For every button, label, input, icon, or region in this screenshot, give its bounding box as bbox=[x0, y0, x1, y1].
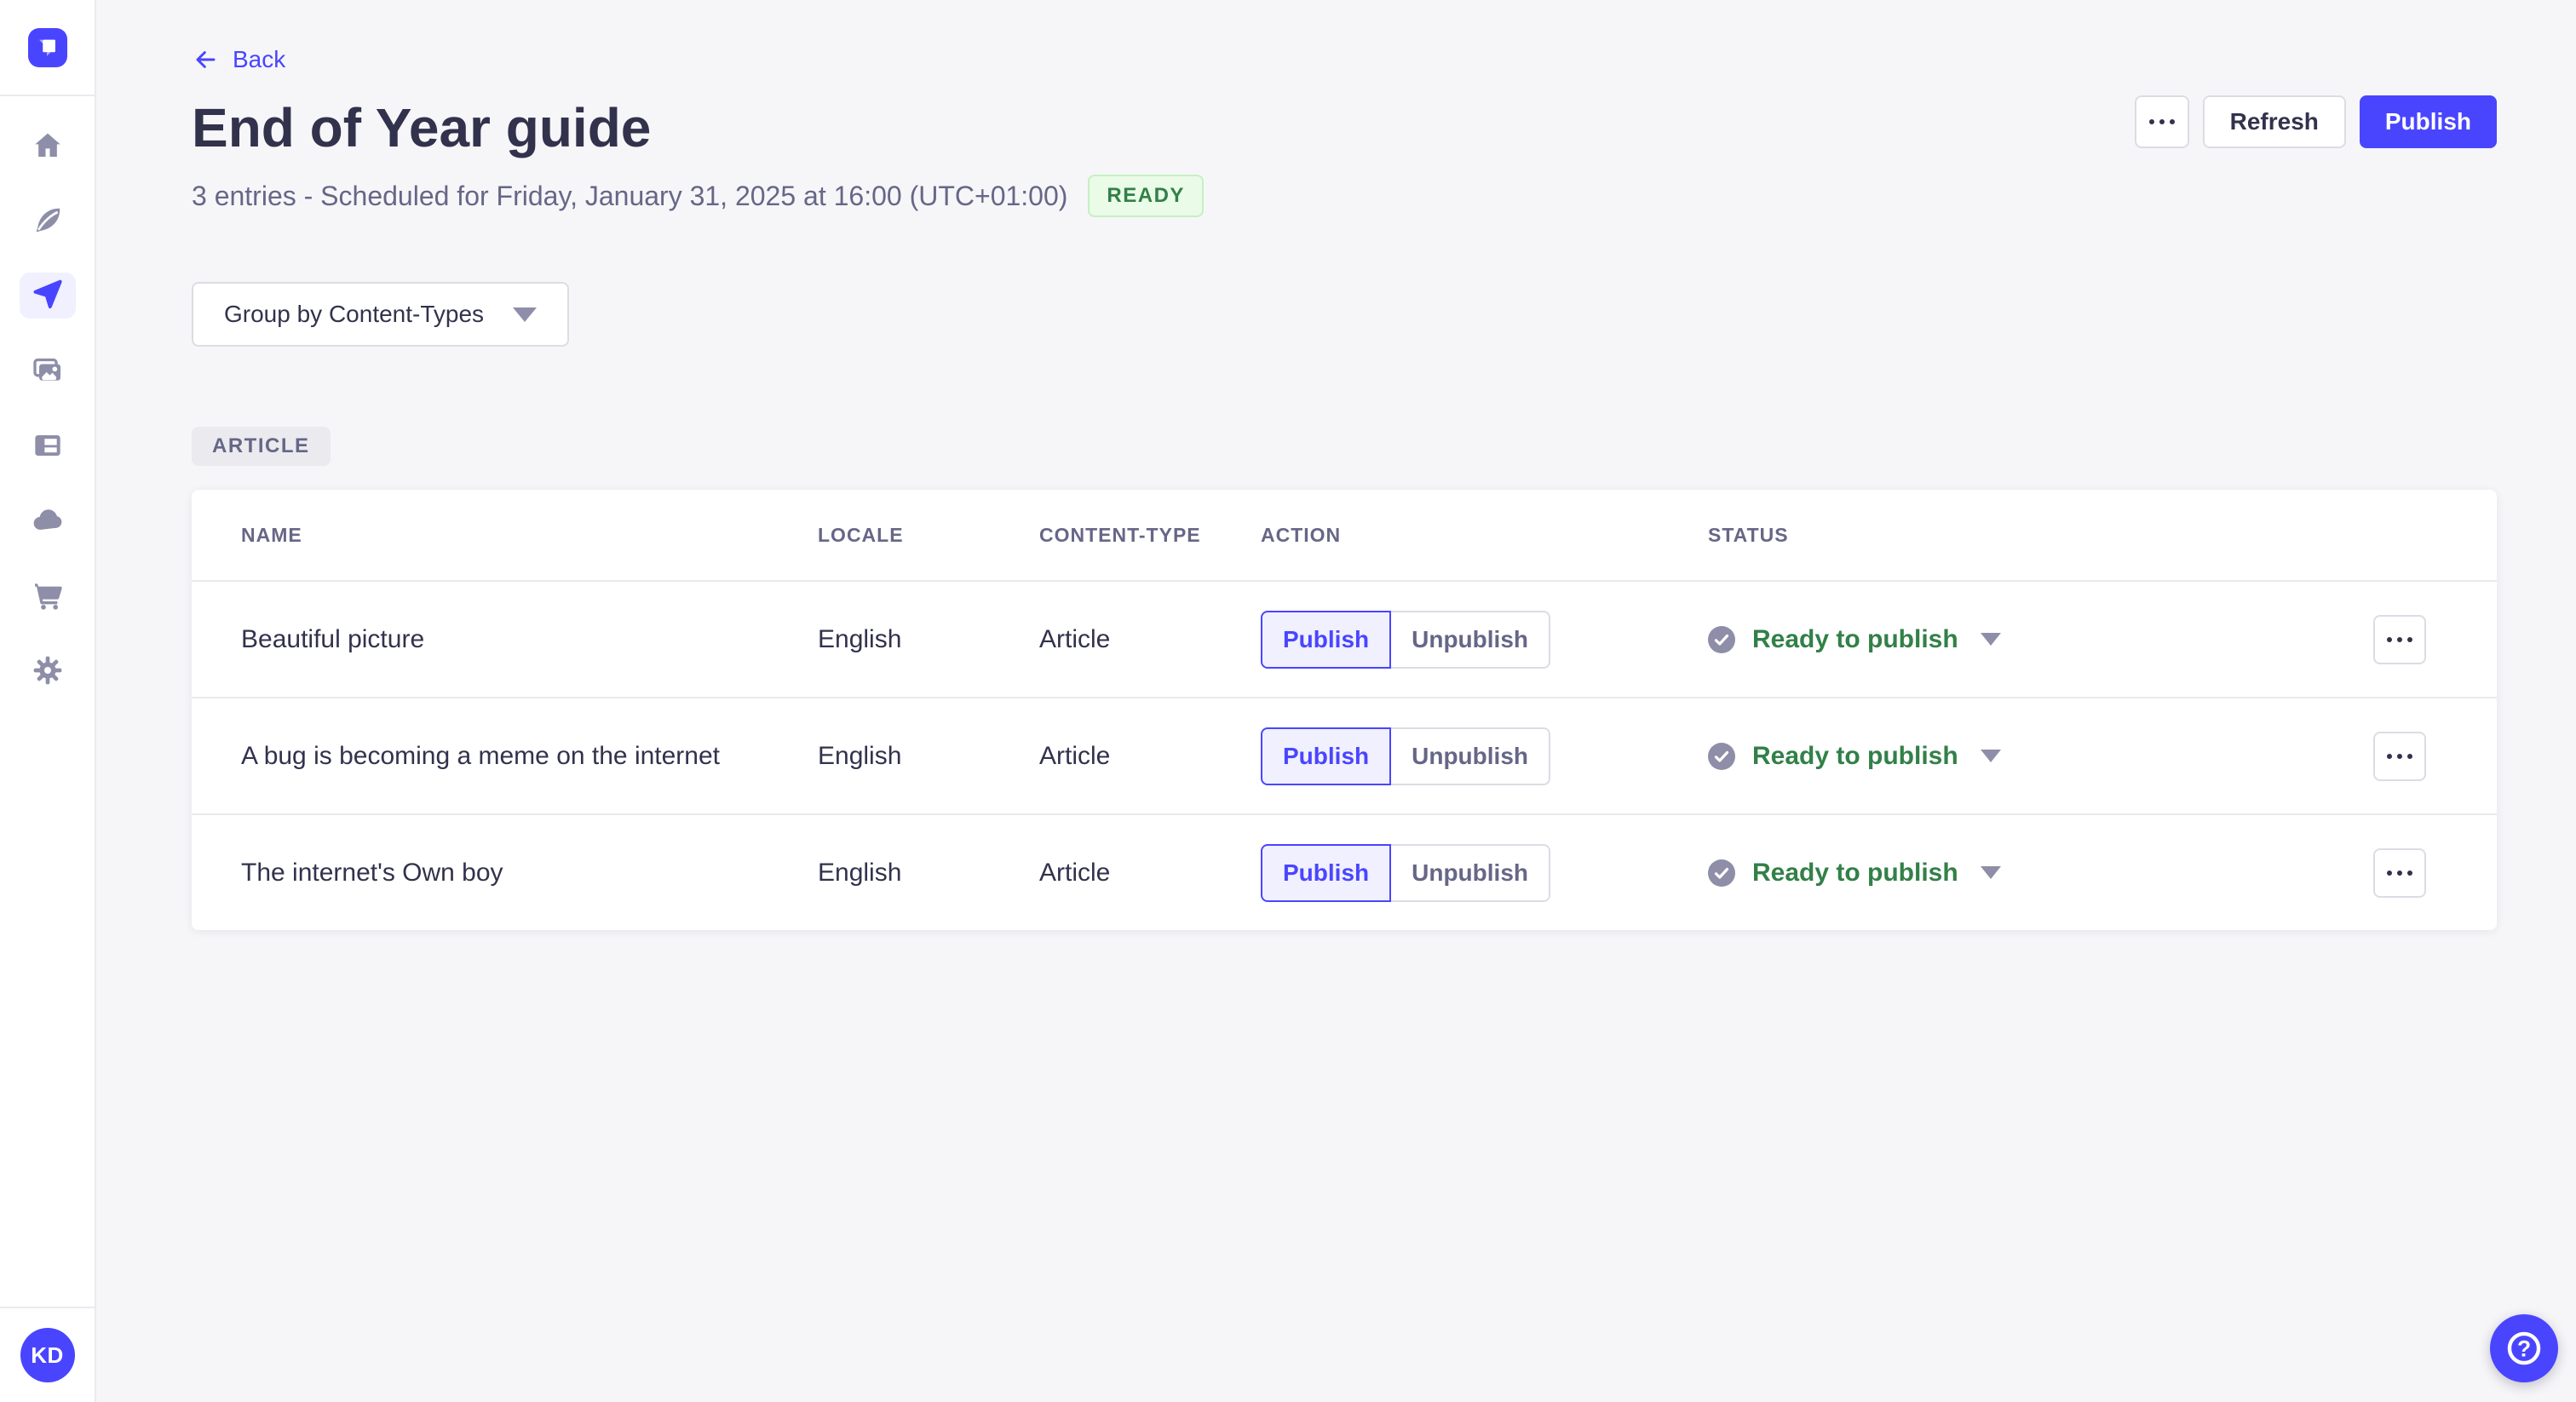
entry-action-cell: Publish Unpublish bbox=[1261, 843, 1708, 902]
table-row: A bug is becoming a meme on the internet… bbox=[192, 697, 2497, 813]
strapi-logo[interactable] bbox=[27, 27, 67, 67]
help-button[interactable]: ? bbox=[2490, 1314, 2558, 1382]
status-dropdown[interactable]: Ready to publish bbox=[1708, 625, 2303, 654]
main-content: Back Refresh Publish End of Year guide 3… bbox=[96, 0, 2576, 931]
entry-more-cell bbox=[2373, 614, 2426, 664]
sidebar-item-content-type-builder[interactable] bbox=[0, 408, 95, 483]
table-row: The internet's Own boy English Article P… bbox=[192, 813, 2497, 930]
strapi-logo-icon bbox=[38, 39, 55, 56]
sidebar-item-releases[interactable] bbox=[0, 258, 95, 333]
sidebar-item-content-manager[interactable] bbox=[0, 183, 95, 258]
entry-more-cell bbox=[2373, 848, 2426, 898]
question-circle-icon: ? bbox=[2507, 1331, 2541, 1365]
refresh-button[interactable]: Refresh bbox=[2202, 95, 2346, 148]
publish-action-toggle: Publish Unpublish bbox=[1261, 727, 1708, 785]
entry-locale: English bbox=[818, 741, 902, 770]
paper-plane-icon bbox=[19, 273, 76, 319]
entry-content-type: Article bbox=[1039, 741, 1111, 770]
table-row: Beautiful picture English Article Publis… bbox=[192, 580, 2497, 697]
publish-toggle-button[interactable]: Publish bbox=[1261, 843, 1392, 902]
subtitle-row: 3 entries - Scheduled for Friday, Januar… bbox=[192, 175, 2497, 218]
group-by-label: Group by Content-Types bbox=[224, 301, 485, 328]
column-header-action: ACTION bbox=[1261, 523, 1342, 546]
ready-status-badge: READY bbox=[1088, 175, 1204, 218]
home-icon bbox=[20, 123, 76, 169]
unpublish-toggle-button[interactable]: Unpublish bbox=[1391, 610, 1550, 669]
status-label: Ready to publish bbox=[1752, 858, 1958, 887]
svg-text:?: ? bbox=[2517, 1336, 2531, 1361]
check-circle-icon bbox=[1708, 742, 1735, 770]
unpublish-toggle-button[interactable]: Unpublish bbox=[1391, 843, 1550, 902]
entry-more-cell bbox=[2373, 731, 2426, 781]
layout-icon bbox=[20, 422, 76, 468]
pictures-icon bbox=[20, 348, 76, 394]
column-header-status: STATUS bbox=[1708, 523, 1789, 546]
table-header-row: NAME LOCALE CONTENT-TYPE ACTION STATUS bbox=[192, 490, 2497, 580]
publish-action-toggle: Publish Unpublish bbox=[1261, 610, 1708, 669]
ellipsis-icon bbox=[2384, 870, 2415, 876]
gear-icon bbox=[20, 647, 76, 693]
sidebar-header bbox=[0, 0, 95, 96]
cloud-icon bbox=[20, 497, 76, 543]
publish-button[interactable]: Publish bbox=[2359, 95, 2497, 148]
sidebar-footer: KD bbox=[0, 1307, 95, 1402]
status-label: Ready to publish bbox=[1752, 741, 1958, 770]
ellipsis-icon bbox=[2384, 753, 2415, 759]
chevron-down-icon bbox=[1980, 750, 2001, 763]
table-body: Beautiful picture English Article Publis… bbox=[192, 580, 2497, 930]
entry-action-cell: Publish Unpublish bbox=[1261, 727, 1708, 785]
release-schedule-text: 3 entries - Scheduled for Friday, Januar… bbox=[192, 180, 1068, 211]
sidebar-item-media-library[interactable] bbox=[0, 333, 95, 408]
entry-status-cell: Ready to publish bbox=[1708, 625, 2303, 654]
sidebar-item-marketplace[interactable] bbox=[0, 558, 95, 633]
entry-status-cell: Ready to publish bbox=[1708, 742, 2303, 771]
check-circle-icon bbox=[1708, 859, 1735, 887]
back-label: Back bbox=[233, 46, 286, 72]
status-dropdown[interactable]: Ready to publish bbox=[1708, 742, 2303, 771]
release-more-button[interactable] bbox=[2134, 95, 2189, 148]
chevron-down-icon bbox=[513, 307, 537, 322]
entry-name: Beautiful picture bbox=[241, 624, 425, 653]
ellipsis-icon bbox=[2147, 119, 2177, 124]
cart-icon bbox=[20, 572, 76, 618]
header-actions: Refresh Publish bbox=[2134, 95, 2497, 148]
user-avatar[interactable]: KD bbox=[20, 1328, 75, 1382]
publish-toggle-button[interactable]: Publish bbox=[1261, 610, 1392, 669]
entry-name: The internet's Own boy bbox=[241, 858, 503, 887]
entry-action-cell: Publish Unpublish bbox=[1261, 610, 1708, 669]
sidebar-item-settings[interactable] bbox=[0, 633, 95, 708]
status-dropdown[interactable]: Ready to publish bbox=[1708, 859, 2303, 888]
row-more-button[interactable] bbox=[2373, 848, 2426, 898]
ellipsis-icon bbox=[2384, 636, 2415, 642]
chevron-down-icon bbox=[1980, 866, 2001, 880]
entry-locale: English bbox=[818, 858, 902, 887]
entry-content-type: Article bbox=[1039, 858, 1111, 887]
row-more-button[interactable] bbox=[2373, 614, 2426, 664]
entry-name: A bug is becoming a meme on the internet bbox=[241, 741, 721, 770]
entry-content-type: Article bbox=[1039, 624, 1111, 653]
content-type-group-badge: ARTICLE bbox=[192, 427, 331, 467]
feather-icon bbox=[20, 198, 76, 244]
chevron-down-icon bbox=[1980, 633, 2001, 646]
row-more-button[interactable] bbox=[2373, 731, 2426, 781]
check-circle-icon bbox=[1708, 625, 1735, 653]
column-header-locale: LOCALE bbox=[818, 523, 904, 546]
back-link[interactable]: Back bbox=[192, 46, 285, 73]
entries-table: NAME LOCALE CONTENT-TYPE ACTION STATUS B… bbox=[192, 490, 2497, 931]
sidebar-item-home[interactable] bbox=[0, 108, 95, 183]
arrow-left-icon bbox=[196, 51, 216, 68]
column-header-name: NAME bbox=[241, 523, 302, 546]
group-by-select[interactable]: Group by Content-Types bbox=[192, 282, 569, 348]
status-label: Ready to publish bbox=[1752, 624, 1958, 653]
sidebar-nav bbox=[0, 108, 95, 708]
publish-toggle-button[interactable]: Publish bbox=[1261, 727, 1392, 785]
unpublish-toggle-button[interactable]: Unpublish bbox=[1391, 727, 1550, 785]
sidebar: KD bbox=[0, 0, 96, 1402]
sidebar-item-cloud[interactable] bbox=[0, 483, 95, 558]
column-header-content-type: CONTENT-TYPE bbox=[1039, 523, 1201, 546]
entry-status-cell: Ready to publish bbox=[1708, 859, 2303, 888]
publish-action-toggle: Publish Unpublish bbox=[1261, 843, 1708, 902]
entry-locale: English bbox=[818, 624, 902, 653]
